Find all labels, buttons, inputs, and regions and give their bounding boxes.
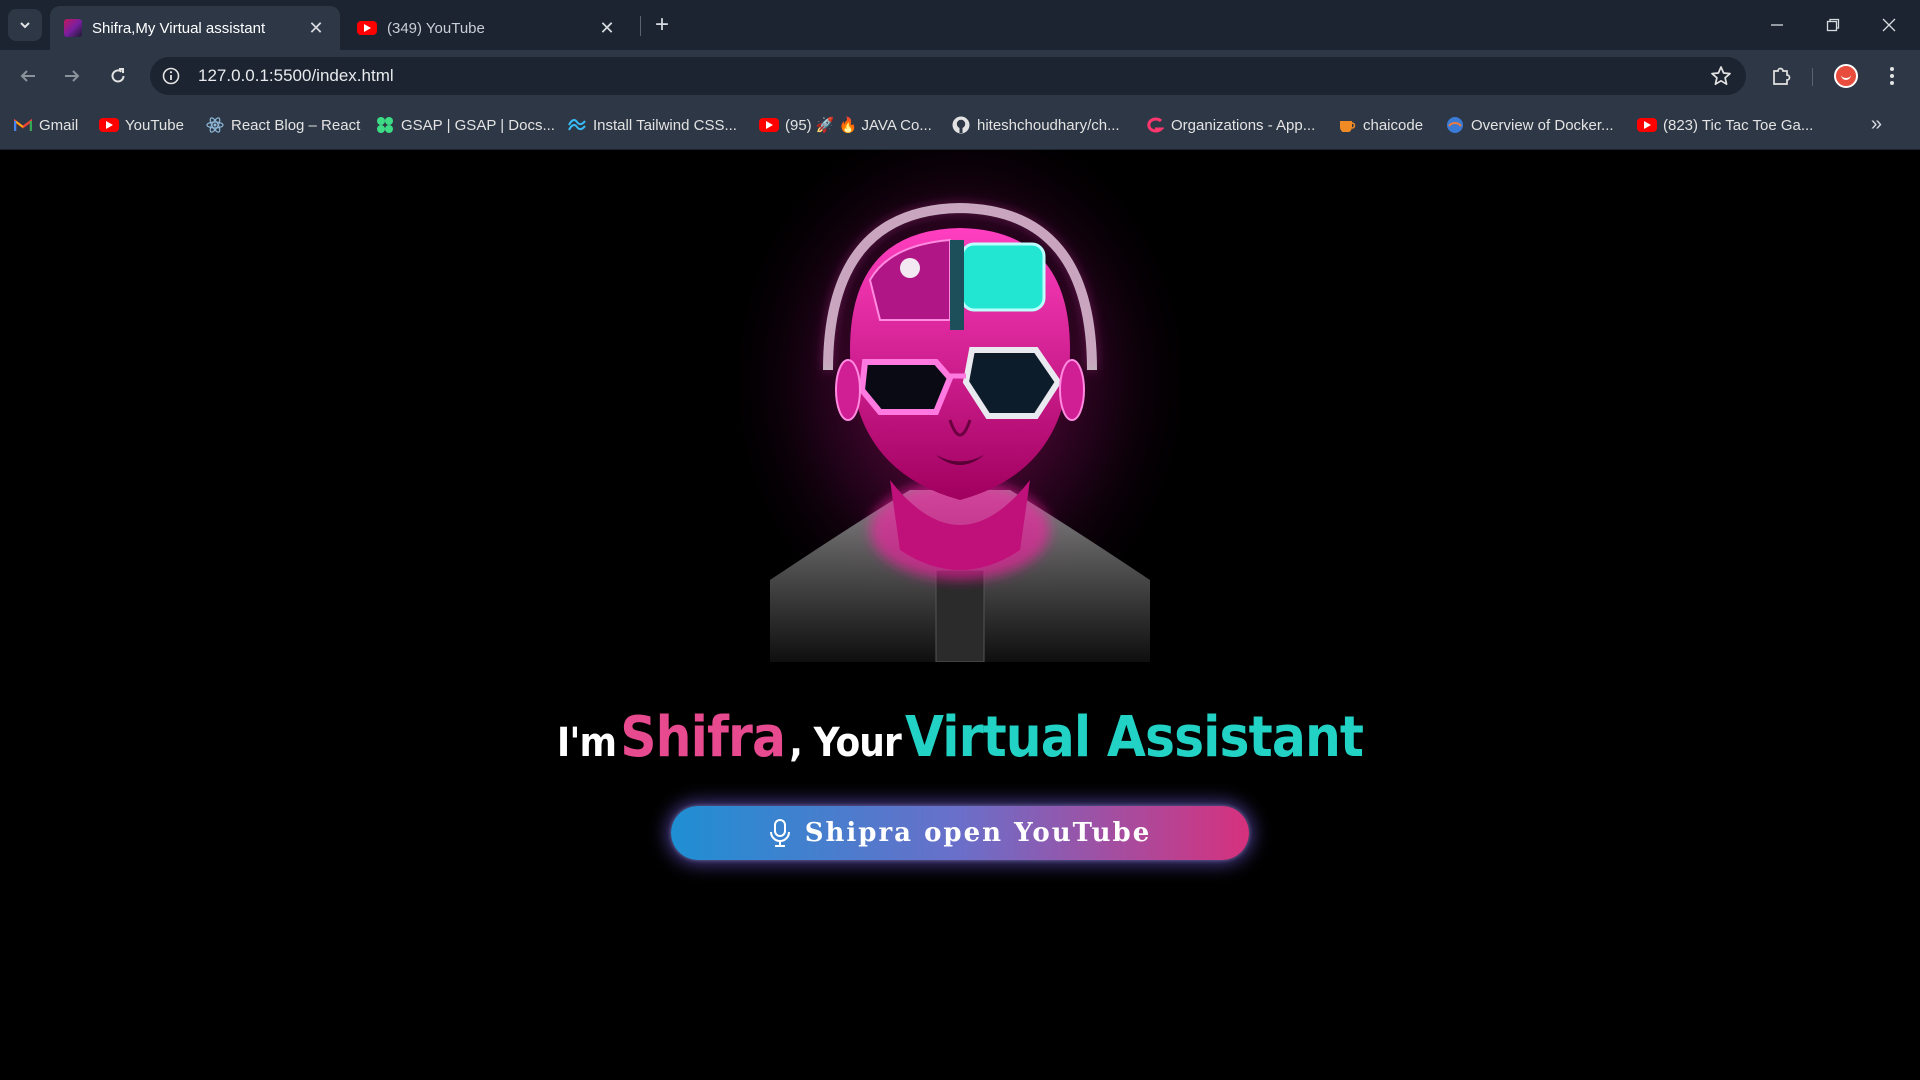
close-icon [1882, 18, 1896, 32]
reload-button[interactable] [102, 60, 134, 92]
bookmark-github[interactable]: hiteshchoudhary/ch... [952, 115, 1120, 135]
youtube-favicon-icon [357, 21, 377, 35]
voice-command-button[interactable]: Shipra open YouTube [671, 806, 1249, 860]
new-tab-button[interactable]: + [652, 11, 672, 39]
bookmark-tic-tac-toe[interactable]: (823) Tic Tac Toe Ga... [1637, 115, 1814, 135]
bookmark-label: Organizations - App... [1171, 116, 1316, 134]
browser-tab-strip: Shifra,My Virtual assistant ✕ (349) YouT… [0, 0, 1920, 50]
github-icon [952, 116, 970, 134]
tab-title: Shifra,My Virtual assistant [92, 19, 266, 37]
youtube-icon [759, 116, 779, 134]
bookmark-label: (823) Tic Tac Toe Ga... [1663, 116, 1814, 134]
headline-role: Virtual Assistant [905, 705, 1364, 770]
bookmark-label: chaicode [1363, 116, 1424, 134]
bookmark-gmail[interactable]: Gmail [14, 115, 78, 135]
bookmark-react-blog[interactable]: React Blog – React [206, 115, 360, 135]
tailwind-icon [568, 116, 586, 134]
close-window-button[interactable] [1866, 10, 1912, 40]
chevron-down-icon [20, 22, 30, 29]
bookmarks-bar: Gmail YouTube React Blog – React GSAP | … [0, 100, 1920, 150]
close-tab-icon[interactable]: ✕ [306, 18, 326, 39]
voice-command-label: Shipra open YouTube [804, 818, 1152, 848]
headline-your: , Your [789, 720, 902, 766]
bookmark-tailwind[interactable]: Install Tailwind CSS... [568, 115, 737, 135]
avatar [1834, 64, 1858, 88]
chaicode-icon [1338, 116, 1356, 134]
tab-search-button[interactable] [8, 9, 42, 41]
docker-icon [1446, 116, 1464, 134]
headline-name: Shifra [620, 705, 786, 770]
react-icon [206, 116, 224, 134]
browser-menu-button[interactable] [1876, 60, 1908, 92]
restore-button[interactable] [1810, 10, 1856, 40]
bookmark-appwrite[interactable]: Organizations - App... [1146, 115, 1315, 135]
bookmark-label: Install Tailwind CSS... [593, 116, 737, 134]
address-bar[interactable]: 127.0.0.1:5500/index.html [150, 57, 1746, 95]
browser-toolbar: 127.0.0.1:5500/index.html [0, 50, 1920, 100]
bookmark-gsap[interactable]: GSAP | GSAP | Docs... [376, 115, 555, 135]
arrow-left-icon [20, 70, 35, 82]
back-button[interactable] [12, 60, 44, 92]
microphone-icon [769, 819, 790, 847]
profile-button[interactable] [1830, 60, 1862, 92]
browser-tab-active[interactable]: Shifra,My Virtual assistant ✕ [50, 6, 340, 50]
puzzle-icon [1773, 67, 1791, 85]
bookmark-label: Gmail [39, 116, 79, 134]
restore-icon [1826, 18, 1840, 32]
more-vertical-icon [1890, 67, 1894, 85]
assistant-avatar-image [740, 150, 1180, 662]
tab-title: (349) YouTube [387, 19, 485, 37]
more-bookmarks-chevron-icon[interactable]: » [1871, 113, 1882, 136]
bookmark-label: hiteshchoudhary/ch... [977, 116, 1120, 134]
site-info-icon[interactable] [160, 65, 182, 87]
bookmark-star-icon[interactable] [1710, 65, 1732, 92]
bookmark-label: React Blog – React [231, 116, 361, 134]
bookmark-java-course[interactable]: (95) 🚀 🔥 JAVA Co... [759, 115, 932, 135]
bookmark-youtube[interactable]: YouTube [99, 115, 184, 135]
bookmark-docker[interactable]: Overview of Docker... [1446, 115, 1614, 135]
tab-divider [640, 16, 641, 36]
toolbar-divider [1812, 68, 1813, 86]
minimize-icon [1771, 24, 1783, 26]
reload-icon [111, 68, 125, 83]
youtube-icon [99, 116, 119, 134]
appwrite-icon [1146, 116, 1164, 134]
assistant-page: I'm Shifra , Your Virtual Assistant Ship… [0, 150, 1920, 1080]
url-text[interactable]: 127.0.0.1:5500/index.html [198, 66, 394, 86]
gsap-icon [376, 116, 394, 134]
gmail-icon [14, 116, 32, 134]
extensions-button[interactable] [1765, 60, 1797, 92]
close-tab-icon[interactable]: ✕ [597, 18, 617, 39]
bookmark-label: Overview of Docker... [1471, 116, 1614, 134]
bookmark-label: (95) 🚀 🔥 JAVA Co... [785, 117, 932, 134]
arrow-right-icon [65, 70, 80, 82]
shifra-favicon-icon [64, 19, 82, 37]
bookmark-chaicode[interactable]: chaicode [1338, 115, 1423, 135]
hero-headline: I'm Shifra , Your Virtual Assistant [96, 705, 1824, 770]
bookmark-label: YouTube [125, 116, 184, 134]
forward-button[interactable] [56, 60, 88, 92]
browser-tab-youtube[interactable]: (349) YouTube ✕ [343, 6, 631, 50]
headline-im: I'm [556, 720, 617, 766]
youtube-icon [1637, 116, 1657, 134]
minimize-button[interactable] [1754, 10, 1800, 40]
bookmark-label: GSAP | GSAP | Docs... [401, 116, 555, 134]
